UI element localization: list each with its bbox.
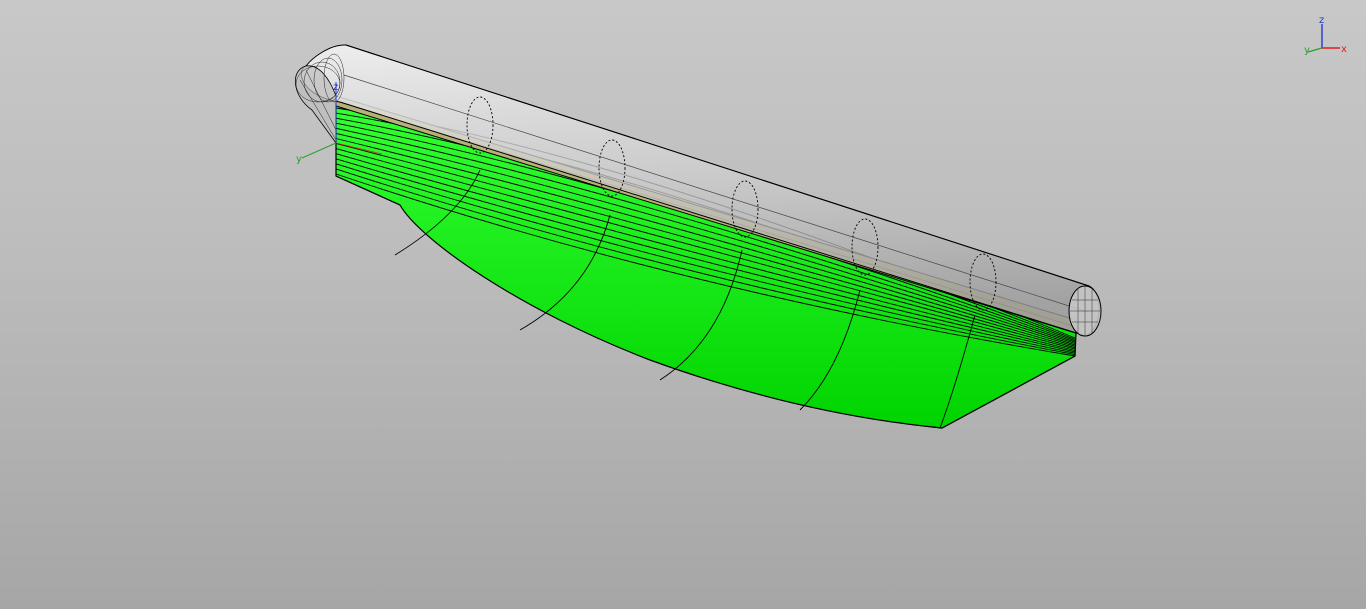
triad-y-label: y	[1304, 45, 1310, 56]
triad-y-axis	[1307, 47, 1323, 53]
orientation-triad[interactable]: z x y	[1296, 12, 1352, 60]
3d-viewport[interactable]: y z z x y	[0, 0, 1366, 609]
triad-x-label: x	[1341, 44, 1347, 55]
triad-z-label: z	[1319, 15, 1324, 26]
local-axis-y-label: y	[296, 154, 302, 165]
local-axis-z-label: z	[333, 82, 338, 93]
hull-model-scene[interactable]: y z	[0, 0, 1366, 609]
